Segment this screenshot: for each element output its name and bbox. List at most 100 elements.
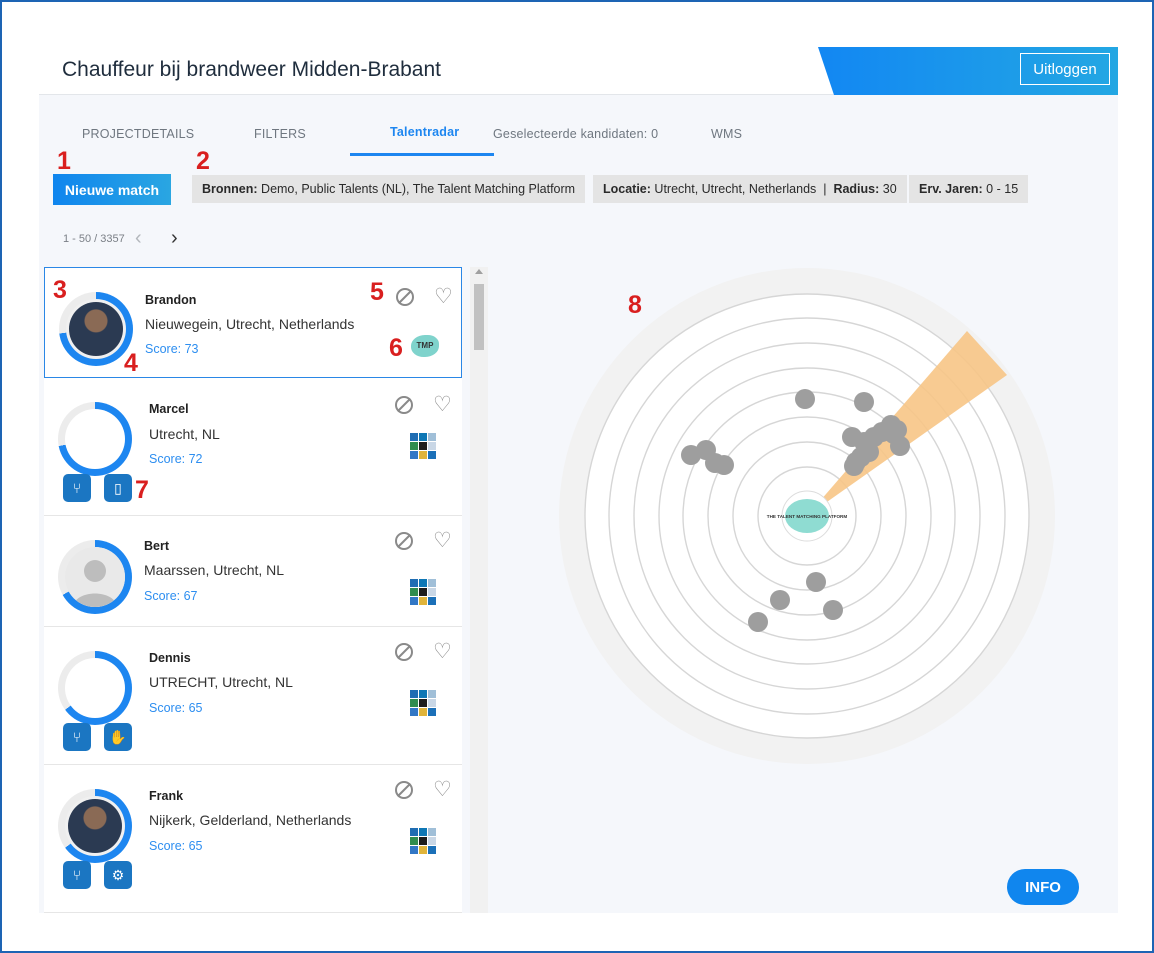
chip-location-key: Locatie:	[603, 182, 651, 196]
radar-candidate-dot-17	[844, 456, 864, 476]
radar-candidate-dot-18	[890, 436, 910, 456]
avatar	[65, 796, 125, 856]
candidate-score: Score: 67	[144, 589, 198, 603]
score-ring	[58, 651, 132, 725]
favorite-heart-icon[interactable]: ♡	[433, 394, 452, 415]
chip-exp-value: 0 - 15	[982, 182, 1019, 196]
chip-exp-key: Erv. Jaren:	[919, 182, 983, 196]
radar-candidate-dot-20	[770, 590, 790, 610]
active-tab-indicator	[350, 153, 494, 156]
candidate-card-dennis[interactable]: Dennis UTRECHT, Utrecht, NL Score: 65 ♡ ⑂ ✋	[44, 627, 462, 765]
source-grid-icon	[410, 433, 436, 459]
candidate-score: Score: 65	[149, 839, 203, 853]
person-placeholder-icon	[65, 547, 125, 607]
gears-icon: ⚙	[104, 861, 132, 889]
favorite-heart-icon[interactable]: ♡	[433, 530, 452, 551]
avatar	[65, 658, 125, 718]
annotation-1: 1	[57, 147, 71, 175]
top-bar: Chauffeur bij brandweer Midden-Brabant U…	[39, 47, 1118, 95]
pager-next-icon[interactable]: ›	[171, 227, 178, 250]
source-grid-icon	[410, 690, 436, 716]
chip-radius-value: 30	[879, 182, 897, 196]
tab-selected-candidates[interactable]: Geselecteerde kandidaten: 0	[493, 127, 658, 141]
reject-icon[interactable]	[395, 532, 413, 550]
tab-wms[interactable]: WMS	[711, 127, 742, 141]
filter-chip-location[interactable]: Locatie: Utrecht, Utrecht, Netherlands |…	[593, 175, 907, 203]
avatar	[66, 299, 126, 359]
candidate-name: Bert	[144, 539, 170, 553]
chip-location-value: Utrecht, Utrecht, Netherlands	[650, 182, 817, 196]
chip-radius-key: Radius:	[833, 182, 880, 196]
logout-button[interactable]: Uitloggen	[1020, 53, 1110, 85]
scroll-up-icon[interactable]	[475, 269, 483, 274]
chip-sources-value: Demo, Public Talents (NL), The Talent Ma…	[257, 182, 576, 196]
candidate-card-bert[interactable]: Bert Maarssen, Utrecht, NL Score: 67 ♡	[44, 516, 462, 627]
candidate-score: Score: 65	[149, 701, 203, 715]
reject-icon[interactable]	[395, 396, 413, 414]
app-window: Chauffeur bij brandweer Midden-Brabant U…	[39, 47, 1118, 913]
center-logo-text: THE TALENT MATCHING PLATFORM	[767, 514, 848, 519]
talent-radar: THE TALENT MATCHING PLATFORM	[559, 268, 1055, 764]
door-icon: ▯	[104, 474, 132, 502]
candidate-card-frank[interactable]: Frank Nijkerk, Gelderland, Netherlands Sco…	[44, 765, 462, 913]
favorite-heart-icon[interactable]: ♡	[433, 779, 452, 800]
radar-candidate-dot-21	[748, 612, 768, 632]
tab-talentradar[interactable]: Talentradar	[390, 125, 459, 139]
candidate-location: Nijkerk, Gelderland, Netherlands	[149, 812, 352, 828]
radar-candidate-dot-2	[854, 392, 874, 412]
candidate-location: Utrecht, NL	[149, 426, 220, 442]
candidate-name: Marcel	[149, 402, 189, 416]
chip-sources-key: Bronnen:	[202, 182, 258, 196]
candidate-name: Dennis	[149, 651, 191, 665]
info-button[interactable]: INFO	[1007, 869, 1079, 905]
candidate-location: UTRECHT, Utrecht, NL	[149, 674, 293, 690]
fork-icon: ⑂	[63, 861, 91, 889]
filter-chip-experience[interactable]: Erv. Jaren: 0 - 15	[909, 175, 1029, 203]
reject-icon[interactable]	[396, 288, 414, 306]
source-grid-icon	[410, 828, 436, 854]
pager-range: 1 - 50 / 3357	[63, 233, 125, 245]
score-ring	[59, 292, 133, 366]
avatar	[65, 409, 125, 469]
source-grid-icon	[410, 579, 436, 605]
radar-candidate-dot-19	[806, 572, 826, 592]
header-accent: Uitloggen	[818, 47, 1118, 95]
new-match-button[interactable]: Nieuwe match	[53, 174, 171, 205]
candidate-name: Brandon	[145, 293, 197, 307]
candidate-location: Nieuwegein, Utrecht, Netherlands	[145, 316, 355, 332]
radar-candidate-dot-6	[714, 455, 734, 475]
tab-projectdetails[interactable]: PROJECTDETAILS	[82, 127, 194, 141]
score-ring	[58, 789, 132, 863]
handshake-icon: ✋	[104, 723, 132, 751]
radar-candidate-dot-1	[795, 389, 815, 409]
pager-prev-icon[interactable]: ‹	[135, 227, 142, 250]
annotation-8: 8	[628, 291, 642, 319]
annotation-3: 3	[53, 276, 67, 304]
candidate-list: Brandon Nieuwegein, Utrecht, Netherlands S…	[44, 267, 462, 913]
annotation-4: 4	[124, 349, 138, 377]
fork-icon: ⑂	[63, 723, 91, 751]
annotation-7: 7	[135, 476, 149, 504]
annotation-6: 6	[389, 334, 403, 362]
avatar	[65, 547, 125, 607]
annotation-5: 5	[370, 278, 384, 306]
screenshot-frame: Chauffeur bij brandweer Midden-Brabant U…	[0, 0, 1154, 953]
candidate-location: Maarssen, Utrecht, NL	[144, 562, 285, 578]
candidate-name: Frank	[149, 789, 184, 803]
favorite-heart-icon[interactable]: ♡	[433, 641, 452, 662]
score-ring	[58, 540, 132, 614]
annotation-2: 2	[196, 147, 210, 175]
chip-separator: |	[816, 182, 834, 196]
score-ring	[58, 402, 132, 476]
avatar-photo	[69, 302, 123, 356]
reject-icon[interactable]	[395, 781, 413, 799]
filter-chip-sources[interactable]: Bronnen: Demo, Public Talents (NL), The …	[192, 175, 586, 203]
reject-icon[interactable]	[395, 643, 413, 661]
scroll-thumb[interactable]	[474, 284, 484, 350]
candidate-card-marcel[interactable]: Marcel Utrecht, NL Score: 72 ♡ ⑂ ▯	[44, 378, 462, 516]
radar-candidate-dot-22	[823, 600, 843, 620]
favorite-heart-icon[interactable]: ♡	[434, 286, 453, 307]
tab-filters[interactable]: FILTERS	[254, 127, 306, 141]
avatar-photo	[68, 799, 122, 853]
tmp-source-icon: TMP	[411, 335, 439, 357]
